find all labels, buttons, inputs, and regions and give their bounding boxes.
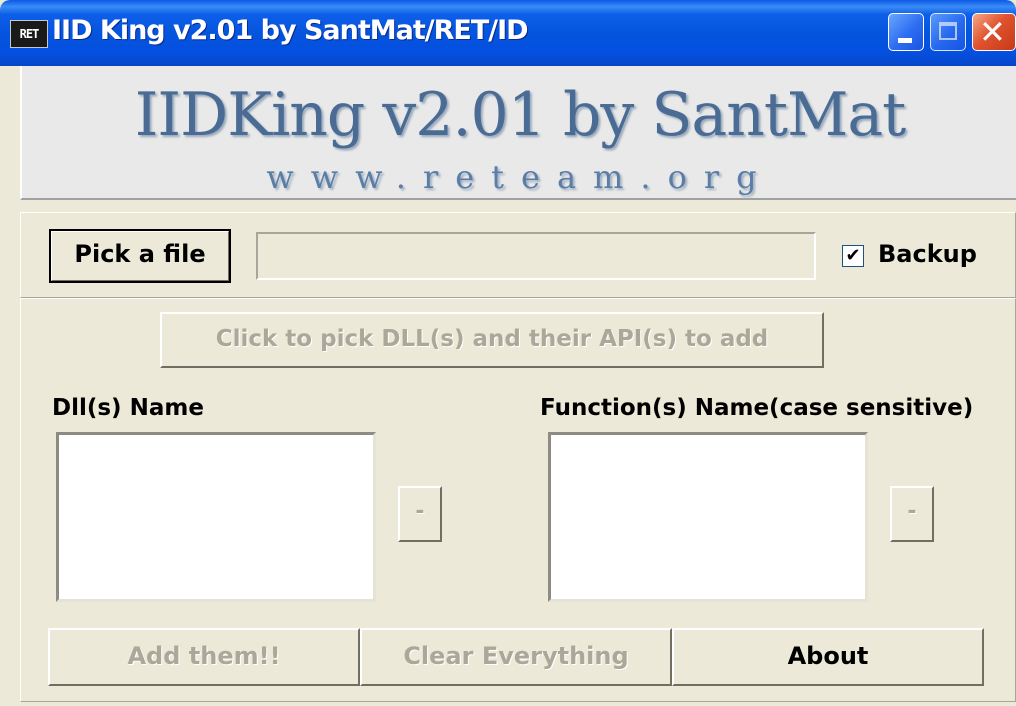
clear-everything-button[interactable]: Clear Everything	[360, 628, 672, 686]
window-title: IID King v2.01 by SantMat/RET/ID	[52, 15, 529, 46]
pick-dll-button[interactable]: Click to pick DLL(s) and their API(s) to…	[160, 312, 824, 368]
minimize-button[interactable]	[888, 13, 924, 51]
banner-title: IIDKing v2.01 by SantMat	[134, 80, 907, 150]
function-listbox[interactable]	[548, 432, 868, 602]
maximize-button[interactable]	[930, 13, 966, 51]
add-them-button[interactable]: Add them!!	[48, 628, 360, 686]
title-bar[interactable]: RET IID King v2.01 by SantMat/RET/ID ✕	[0, 0, 1016, 66]
banner: IIDKing v2.01 by SantMat www.reteam.org	[20, 66, 1016, 200]
close-button[interactable]: ✕	[972, 13, 1016, 51]
banner-url: www.reteam.org	[266, 158, 774, 196]
file-path-field[interactable]	[256, 232, 816, 280]
function-list-label: Function(s) Name(case sensitive)	[540, 395, 974, 421]
app-icon[interactable]: RET	[10, 20, 48, 48]
dll-list-label: Dll(s) Name	[52, 395, 204, 421]
remove-function-button[interactable]: -	[890, 486, 934, 542]
maximize-icon	[939, 22, 957, 40]
remove-dll-button[interactable]: -	[398, 486, 442, 542]
close-icon: ✕	[979, 13, 1006, 51]
pick-file-button[interactable]: Pick a file	[49, 229, 231, 283]
dll-listbox[interactable]	[56, 432, 376, 602]
minimize-icon	[898, 38, 912, 43]
backup-checkbox[interactable]: ✔	[842, 245, 864, 267]
backup-label[interactable]: Backup	[878, 240, 977, 268]
app-window: RET IID King v2.01 by SantMat/RET/ID ✕ I…	[0, 0, 1016, 706]
about-button[interactable]: About	[672, 628, 984, 686]
